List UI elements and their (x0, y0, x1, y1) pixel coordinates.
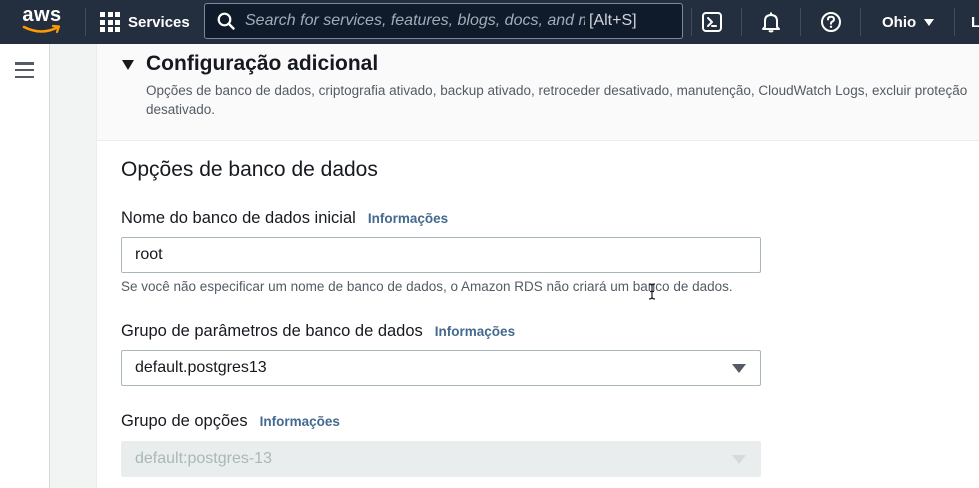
initial-db-name-input[interactable] (121, 237, 761, 273)
nav-divider (691, 8, 692, 36)
region-label: Ohio (882, 13, 917, 31)
select-caret-icon (732, 363, 746, 373)
aws-logo-text: aws (22, 4, 62, 26)
param-group-label: Grupo de parâmetros de banco de dados In… (121, 322, 515, 341)
initial-db-name-label-text: Nome do banco de dados inicial (121, 209, 356, 227)
search-icon (217, 12, 235, 30)
panel-header: Configuração adicional Opções de banco d… (97, 44, 979, 141)
bell-icon[interactable] (759, 10, 783, 34)
menu-icon[interactable] (15, 62, 35, 79)
db-options-title: Opções de banco de dados (121, 158, 378, 181)
cloudshell-icon[interactable] (700, 10, 724, 34)
account-menu[interactable]: L (971, 0, 979, 44)
search-shortcut-hint: [Alt+S] (589, 12, 637, 29)
search-bar[interactable]: [Alt+S] (204, 3, 683, 39)
initial-db-name-info-link[interactable]: Informações (368, 211, 448, 226)
nav-divider (954, 8, 955, 36)
option-group-label: Grupo de opções Informações (121, 412, 340, 431)
param-group-label-text: Grupo de parâmetros de banco de dados (121, 322, 423, 340)
select-caret-icon (732, 454, 746, 464)
help-icon[interactable] (819, 10, 843, 34)
text-cursor-icon (648, 283, 656, 300)
nav-divider (85, 8, 86, 36)
initial-db-name-hint: Se você não especificar um nome de banco… (121, 279, 733, 294)
additional-config-toggle[interactable]: Configuração adicional (122, 52, 378, 76)
account-label: L (971, 13, 979, 31)
option-group-select: default:postgres-13 (121, 441, 761, 477)
section-description: Opções de banco de dados, criptografia a… (146, 83, 968, 117)
nav-divider (741, 8, 742, 36)
services-label: Services (128, 13, 190, 31)
collapse-triangle-icon (122, 60, 134, 70)
region-selector[interactable]: Ohio (882, 0, 935, 44)
services-button[interactable]: Services (100, 0, 190, 44)
aws-logo[interactable]: aws (18, 4, 66, 38)
option-group-info-link[interactable]: Informações (260, 414, 340, 429)
search-input[interactable] (245, 12, 585, 30)
option-group-value: default:postgres-13 (135, 450, 272, 467)
initial-db-name-label: Nome do banco de dados inicial Informaçõ… (121, 209, 448, 228)
aws-smile-icon (22, 24, 61, 34)
region-caret-icon (924, 18, 935, 26)
nav-divider (860, 8, 861, 36)
nav-divider (800, 8, 801, 36)
services-grid-icon (100, 12, 120, 32)
side-navigation-rail (0, 44, 50, 488)
param-group-info-link[interactable]: Informações (435, 324, 515, 339)
section-title: Configuração adicional (146, 52, 379, 75)
param-group-value: default.postgres13 (135, 359, 267, 376)
param-group-select[interactable]: default.postgres13 (121, 350, 761, 386)
main-content: Configuração adicional Opções de banco d… (50, 44, 979, 488)
additional-config-panel: Configuração adicional Opções de banco d… (96, 44, 979, 488)
option-group-label-text: Grupo de opções (121, 412, 248, 430)
top-navigation: aws Services [Alt+S] (0, 0, 979, 44)
